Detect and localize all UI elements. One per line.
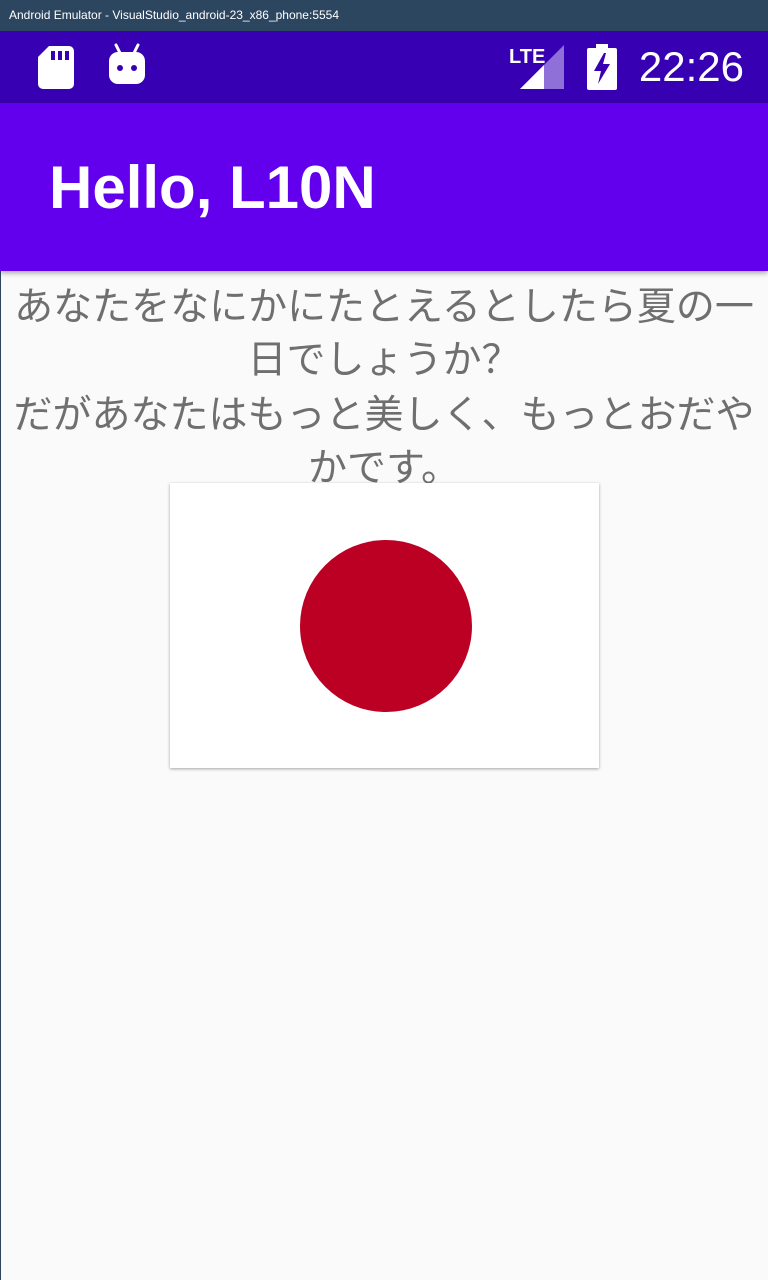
sd-card-icon [38,46,74,89]
paragraph-summer-day: あなたをなにかにたとえるとしたら夏の一日でしょうか？ [14,285,754,383]
main-content: あなたをなにかにたとえるとしたら夏の一日でしょうか？ だがあなたはもっと美しく、… [0,271,768,495]
battery-charging-icon [587,44,617,90]
status-bar: LTE 22:26 [0,31,768,103]
flag-red-circle [300,540,472,712]
emulator-window-title: Android Emulator - VisualStudio_android-… [0,0,768,31]
japan-flag-image [170,483,599,768]
page-title: Hello, L10N [49,154,376,221]
android-icon [109,43,145,84]
lte-signal-icon: LTE [509,45,564,89]
paragraph-more-lovely: だがあなたはもっと美しく、もっとおだやかです。 [13,393,755,491]
svg-text:LTE: LTE [509,46,545,68]
status-bar-clock: 22:26 [638,43,744,90]
app-bar: Hello, L10N [0,103,768,271]
